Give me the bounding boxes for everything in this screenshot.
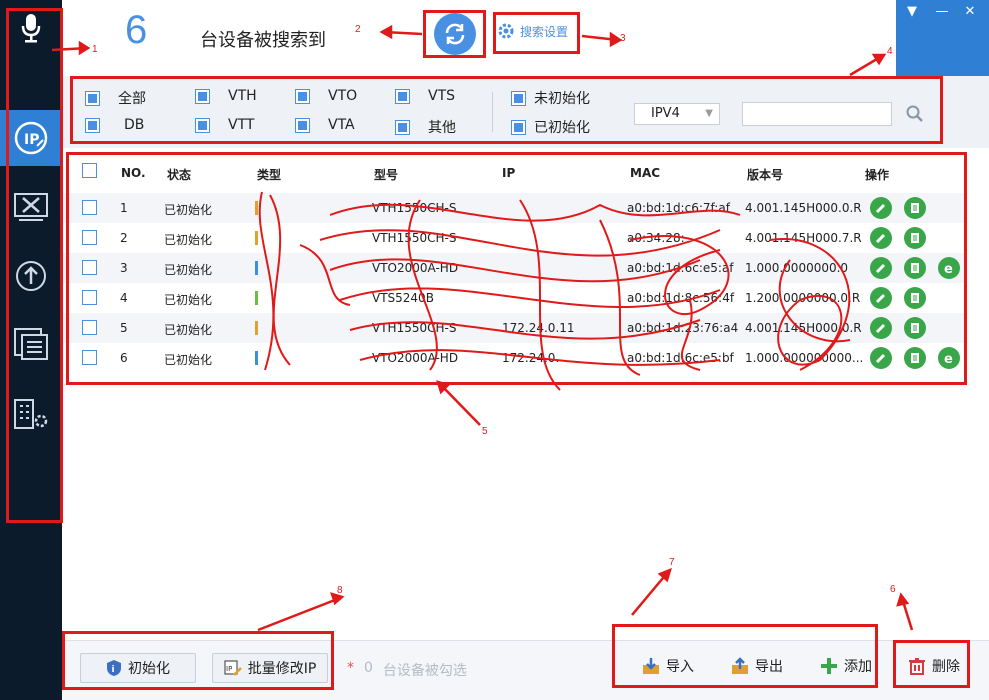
annotation-box-4 <box>70 76 943 144</box>
annotation-number: 7 <box>669 557 675 568</box>
annotation-number: 3 <box>620 33 626 44</box>
annotation-number: 4 <box>887 46 893 57</box>
dropdown-menu-button[interactable]: ▼ <box>902 4 922 20</box>
device-count: 6 <box>125 8 148 52</box>
annotation-box-1 <box>6 8 63 523</box>
window-controls: ▼ — ✕ <box>896 0 989 76</box>
annotation-number: 2 <box>355 24 361 35</box>
minimize-button[interactable]: — <box>932 4 952 20</box>
selected-count: 0 <box>364 660 373 676</box>
annotation-number: 1 <box>92 44 98 55</box>
annotation-box-2 <box>423 10 486 58</box>
annotation-number: 6 <box>890 584 896 595</box>
close-button[interactable]: ✕ <box>960 4 980 20</box>
selected-text: 台设备被勾选 <box>382 663 467 679</box>
annotation-number: 8 <box>337 585 343 596</box>
selected-status: * 0 台设备被勾选 <box>347 660 467 680</box>
annotation-box-7 <box>612 624 878 688</box>
annotation-box-6 <box>893 640 970 688</box>
annotation-box-5 <box>66 152 967 385</box>
app-window: IP 6 台设备被搜索到 搜索设置 ▼ — ✕ 全部 VTH VTO VTS D… <box>0 0 989 700</box>
annotation-box-8 <box>62 631 334 690</box>
found-devices-text: 台设备被搜索到 <box>200 30 326 51</box>
required-star: * <box>347 660 354 676</box>
annotation-number: 5 <box>482 426 488 437</box>
annotation-box-3 <box>493 12 580 54</box>
